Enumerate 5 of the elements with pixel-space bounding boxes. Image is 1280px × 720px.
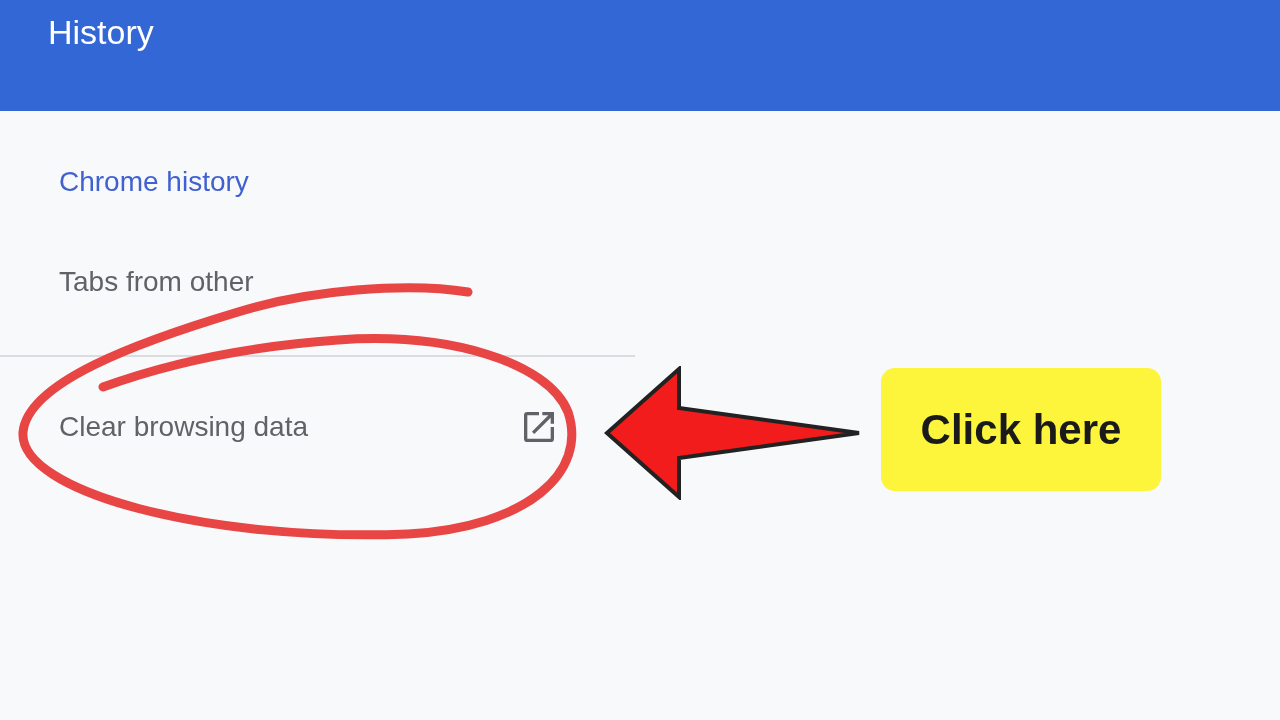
- nav-item[interactable]: Tabs from other: [0, 259, 1280, 359]
- nav-item[interactable]: Chrome history: [0, 159, 1280, 259]
- clear-browsing-data-link[interactable]: Clear browsing data: [59, 407, 559, 447]
- callout-label: Click here: [881, 368, 1161, 491]
- page-title: History: [48, 13, 154, 52]
